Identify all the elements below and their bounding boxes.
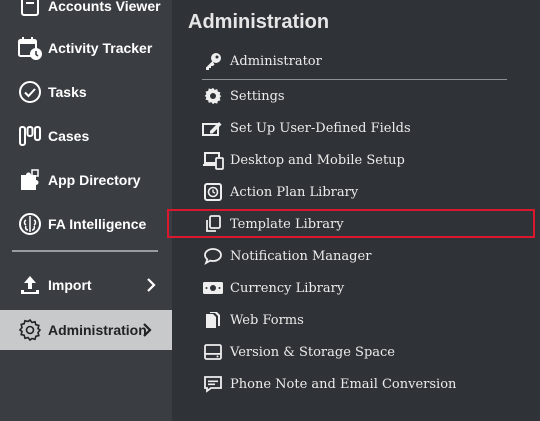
menu-item-label: Settings — [230, 88, 285, 104]
menu-item-phone-note-email-conversion[interactable]: Phone Note and Email Conversion — [202, 373, 456, 395]
menu-item-label: Phone Note and Email Conversion — [230, 376, 457, 392]
key-icon — [202, 51, 224, 71]
sidebar: Accounts Viewer Activity Tracker Tasks C… — [0, 0, 172, 421]
sidebar-item-label: App Directory — [48, 172, 141, 188]
template-library-highlight — [167, 209, 535, 238]
action-plan-icon — [202, 182, 224, 202]
chat-bubble-icon — [202, 246, 224, 266]
menu-item-web-forms[interactable]: Web Forms — [202, 309, 304, 331]
accounts-viewer-icon — [17, 0, 43, 19]
menu-item-label: Web Forms — [230, 312, 304, 328]
forms-icon — [202, 310, 224, 330]
panel-title: Administration — [188, 11, 330, 33]
edit-fields-icon — [202, 118, 224, 138]
menu-item-label: Currency Library — [230, 280, 345, 296]
menu-item-label: Action Plan Library — [230, 184, 359, 200]
chevron-right-icon — [142, 323, 152, 337]
sidebar-item-import[interactable]: Import — [0, 263, 172, 307]
menu-item-label: Administrator — [230, 53, 322, 69]
sidebar-item-label: Activity Tracker — [48, 40, 153, 56]
sidebar-divider — [12, 250, 158, 252]
calendar-clock-icon — [17, 35, 43, 61]
brain-icon — [17, 211, 43, 237]
menu-item-administrator[interactable]: Administrator — [202, 50, 322, 72]
sidebar-item-label: Administration — [48, 322, 147, 338]
menu-separator — [202, 79, 507, 80]
sidebar-item-accounts-viewer[interactable]: Accounts Viewer — [0, 0, 172, 28]
sidebar-item-label: Import — [48, 277, 92, 293]
upload-icon — [17, 272, 43, 298]
cases-icon — [17, 123, 43, 149]
sidebar-item-app-directory[interactable]: App Directory — [0, 158, 172, 202]
check-circle-icon — [17, 79, 43, 105]
menu-item-settings[interactable]: Settings — [202, 85, 285, 107]
menu-item-label: Set Up User-Defined Fields — [230, 120, 411, 136]
menu-item-user-defined-fields[interactable]: Set Up User-Defined Fields — [202, 117, 411, 139]
sidebar-item-activity-tracker[interactable]: Activity Tracker — [0, 26, 172, 70]
sidebar-item-tasks[interactable]: Tasks — [0, 70, 172, 114]
desktop-mobile-icon — [202, 150, 224, 170]
gear-icon — [17, 317, 43, 343]
sidebar-item-label: FA Intelligence — [48, 216, 147, 232]
menu-item-label: Version & Storage Space — [230, 344, 395, 360]
menu-item-label: Desktop and Mobile Setup — [230, 152, 405, 168]
sidebar-item-label: Tasks — [48, 84, 87, 100]
menu-item-currency-library[interactable]: Currency Library — [202, 277, 344, 299]
menu-item-version-storage[interactable]: Version & Storage Space — [202, 341, 395, 363]
menu-item-label: Notification Manager — [230, 248, 372, 264]
phone-note-icon — [202, 374, 224, 394]
sidebar-item-administration[interactable]: Administration — [0, 310, 172, 350]
money-icon — [202, 278, 224, 298]
sidebar-item-label: Accounts Viewer — [48, 0, 161, 14]
storage-icon — [202, 342, 224, 362]
chevron-right-icon — [146, 278, 156, 292]
menu-item-action-plan-library[interactable]: Action Plan Library — [202, 181, 358, 203]
gear-icon — [202, 86, 224, 106]
menu-item-desktop-mobile-setup[interactable]: Desktop and Mobile Setup — [202, 149, 405, 171]
sidebar-item-fa-intelligence[interactable]: FA Intelligence — [0, 202, 172, 246]
puzzle-icon — [17, 167, 43, 193]
sidebar-item-label: Cases — [48, 128, 90, 144]
menu-item-notification-manager[interactable]: Notification Manager — [202, 245, 371, 267]
sidebar-item-cases[interactable]: Cases — [0, 114, 172, 158]
